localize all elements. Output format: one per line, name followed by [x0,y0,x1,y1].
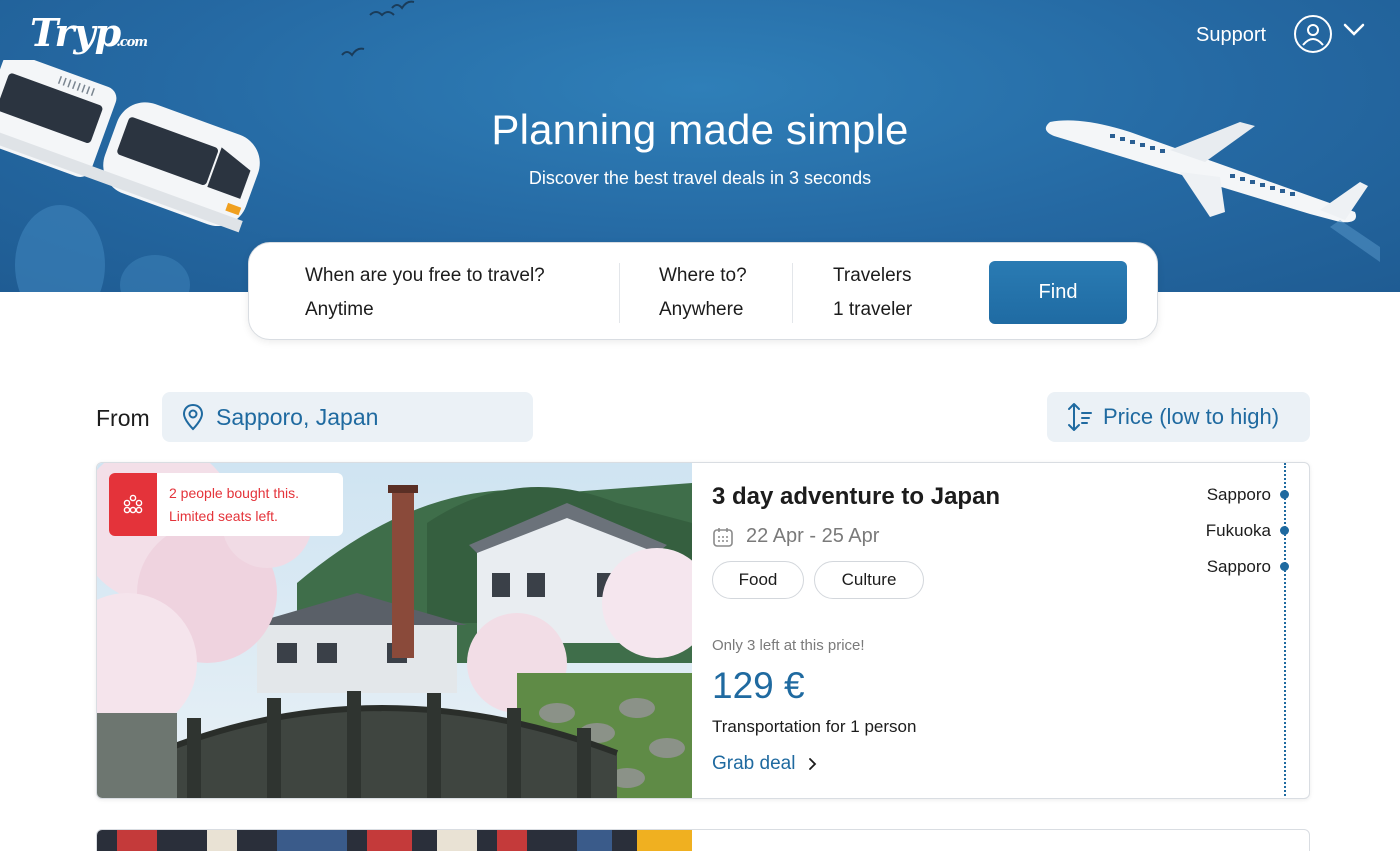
from-label: From [96,405,150,431]
transport-note: Transportation for 1 person [712,717,917,736]
deal-dates: 22 Apr - 25 Apr [712,525,879,548]
divider [792,263,793,323]
chevron-down-icon[interactable] [1342,22,1366,38]
logo-text: Tryp [30,10,121,55]
sort-icon [1068,403,1092,431]
support-link[interactable]: Support [1196,24,1266,47]
grab-deal-link[interactable]: Grab deal [712,753,823,775]
user-circle-icon[interactable] [1294,15,1332,53]
destination-label: Where to? [659,265,747,286]
route-dot [1280,490,1289,499]
divider [619,263,620,323]
travelers-label: Travelers [833,265,912,286]
route-stop: Sapporo [1206,557,1271,576]
tag-culture[interactable]: Culture [814,561,924,599]
travel-dates-field[interactable]: When are you free to travel? Anytime [305,265,545,321]
travelers-field[interactable]: Travelers 1 traveler [833,265,912,321]
deal-photo [97,830,692,851]
origin-value: Sapporo, Japan [216,403,379,430]
search-bar: When are you free to travel? Anytime Whe… [248,242,1158,340]
logo-suffix: .com [116,35,148,50]
find-button[interactable]: Find [989,261,1127,324]
deal-title[interactable]: 3 day adventure to Japan [712,483,1132,511]
travelers-value: 1 traveler [833,299,913,320]
brand-logo[interactable]: Tryp.com [30,10,148,55]
calendar-icon [713,527,733,547]
route-dot [1280,526,1289,535]
location-pin-icon [182,403,204,431]
deal-price: 129 € [712,665,805,706]
travel-dates-label: When are you free to travel? [305,265,545,286]
route-stop: Sapporo [1206,485,1271,504]
route-stop: Fukuoka [1205,521,1271,540]
deal-card[interactable] [96,829,1310,851]
destination-field[interactable]: Where to? Anywhere [659,265,747,321]
alert-flag [109,473,157,536]
user-icon [1302,24,1324,46]
hero-title: Planning made simple [491,106,909,153]
grab-deal-label: Grab deal [712,753,796,774]
travel-dates-value: Anytime [305,299,374,320]
tag-food[interactable]: Food [712,561,804,599]
availability-note: Only 3 left at this price! [712,637,865,654]
route-timeline: Sapporo Fukuoka Sapporo [1187,463,1309,798]
badge-line-2: Limited seats left. [169,508,278,524]
route-line [1284,463,1286,798]
destination-value: Anywhere [659,299,744,320]
deal-dates-text: 22 Apr - 25 Apr [746,525,880,547]
badge-line-1: 2 people bought this. [169,485,299,501]
sort-selector[interactable]: Price (low to high) [1047,392,1310,442]
sort-value: Price (low to high) [1103,404,1280,429]
social-proof-badge: 2 people bought this. Limited seats left… [109,473,343,536]
route-dot [1280,562,1289,571]
chevron-right-icon [809,758,817,770]
origin-selector[interactable]: Sapporo, Japan [162,392,533,442]
deal-card[interactable]: 2 people bought this. Limited seats left… [96,462,1310,799]
hero-subtitle: Discover the best travel deals in 3 seco… [528,168,872,188]
deal-photo: 2 people bought this. Limited seats left… [97,463,692,798]
people-cluster-icon [123,494,143,513]
birds-illustration [341,0,415,57]
